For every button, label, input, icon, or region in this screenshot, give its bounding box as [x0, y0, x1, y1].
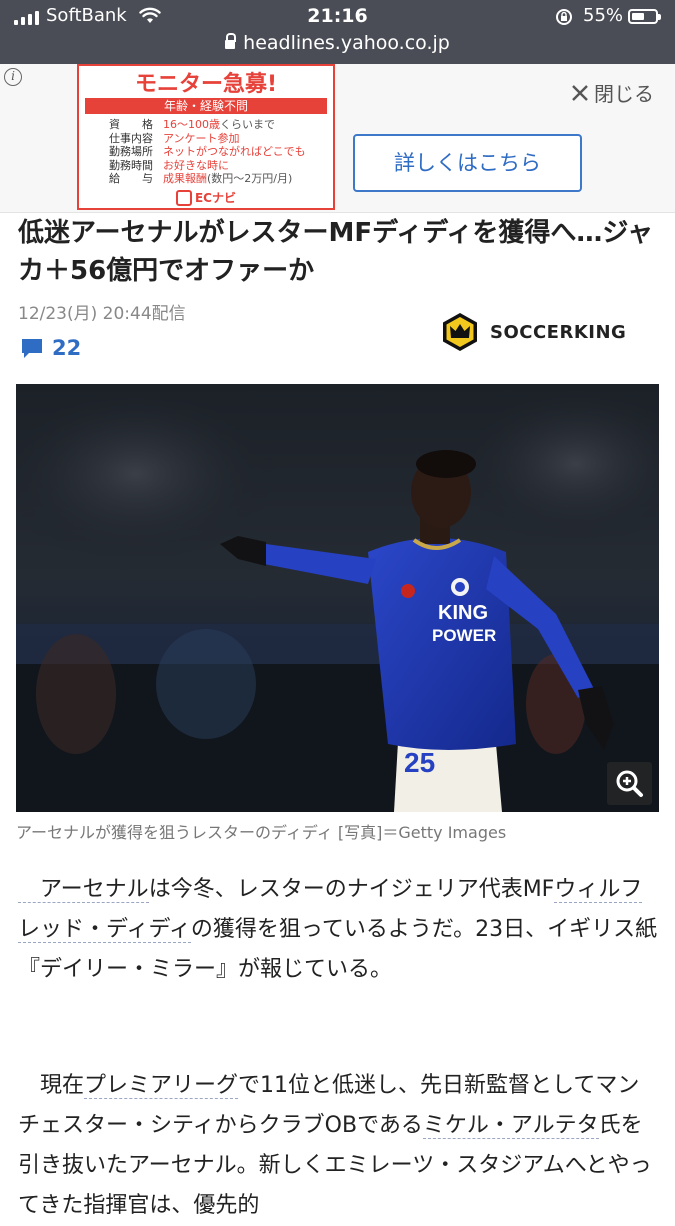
- magnify-plus-icon: [616, 770, 643, 797]
- article-paragraph-2: 現在プレミアリーグで11位と低迷し、先日新監督としてマンチェスター・シティからク…: [18, 1073, 652, 1218]
- keyword-link-premier-league[interactable]: プレミアリーグ: [84, 1073, 239, 1099]
- keyword-link-arsenal[interactable]: アーセナル: [18, 877, 149, 903]
- secure-lock-icon: [225, 33, 237, 49]
- shorts-number: 25: [404, 747, 435, 778]
- rotation-lock-icon: [556, 9, 572, 25]
- battery-level: [632, 13, 644, 20]
- ad-info-icon[interactable]: i: [4, 68, 22, 86]
- publish-date: 12/23(月) 20:44配信: [18, 304, 186, 324]
- ad-row: 資 格 16〜100歳 くらいまで: [109, 118, 275, 131]
- ad-details: 資 格 16〜100歳 くらいまで 仕事内容 アンケート参加 勤務場所 ネットがつながれ…: [109, 118, 333, 186]
- article-title: 低迷アーセナルがレスターMFディディを獲得へ…ジャカ＋56億円でオファーか: [18, 218, 654, 286]
- ad-banner: i モニター急募! 年齢・経験不問 資 格 16〜100歳 くらいまで 仕事内容 アン…: [0, 64, 675, 213]
- ad-row: 給 与成果報酬 (数円〜2万円/月): [109, 172, 293, 185]
- battery-percent: 55%: [583, 5, 624, 26]
- player-illustration: KING POWER 25: [16, 384, 659, 812]
- comments-link[interactable]: 22: [20, 336, 81, 360]
- comment-count: 22: [52, 336, 82, 360]
- comment-icon: [22, 339, 42, 358]
- article-photo[interactable]: KING POWER 25: [16, 384, 659, 812]
- ad-cta-button[interactable]: 詳しくはこちら: [353, 134, 582, 192]
- jersey-sponsor-line2: POWER: [432, 626, 496, 645]
- ad-close-label: 閉じる: [594, 82, 654, 106]
- ad-logo: ECナビ: [79, 189, 333, 206]
- keyword-link-arteta[interactable]: ミケル・アルテタ: [422, 1113, 599, 1139]
- ad-row: 勤務時間 お好きな時に: [109, 158, 229, 172]
- ad-headline: モニター急募!: [134, 72, 278, 97]
- crown-badge-icon: [443, 313, 477, 351]
- ad-row: 勤務場所 ネットがつながればどこでも: [109, 145, 306, 158]
- jersey-sponsor-line1: KING: [438, 602, 488, 624]
- article-paragraph-1: アーセナルは今冬、レスターのナイジェリア代表MFウィルフレッド・ディディの獲得を…: [18, 877, 658, 982]
- ad-close-button[interactable]: 閉じる: [570, 78, 654, 107]
- ad-creative[interactable]: モニター急募! 年齢・経験不問 資 格 16〜100歳 くらいまで 仕事内容 アンケー…: [77, 64, 335, 210]
- ad-subheadline: 年齢・経験不問: [85, 98, 327, 114]
- clock: 21:16: [307, 5, 368, 27]
- url-text: headlines.yahoo.co.jp: [243, 32, 450, 54]
- photo-caption: アーセナルが獲得を狙うレスターのディディ [写真]＝Getty Images: [16, 823, 507, 842]
- source-logo[interactable]: SOCCERKING: [440, 312, 626, 352]
- browser-top-bar: SoftBank 21:16 55% headlines.yahoo.co.jp: [0, 0, 675, 64]
- ecnavi-logo-icon: [175, 190, 192, 206]
- battery-icon: [628, 9, 661, 24]
- close-icon: [572, 84, 588, 101]
- ad-row: 仕事内容 アンケート参加: [109, 131, 240, 145]
- source-name: SOCCERKING: [490, 321, 627, 343]
- address-bar[interactable]: headlines.yahoo.co.jp: [0, 32, 675, 54]
- zoom-button[interactable]: [607, 762, 652, 805]
